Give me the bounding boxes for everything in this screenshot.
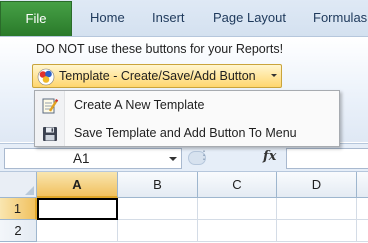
cell-a2[interactable] bbox=[37, 220, 118, 242]
tab-home[interactable]: Home bbox=[90, 0, 125, 36]
menu-item-label: Create A New Template bbox=[74, 98, 205, 112]
cell-a1[interactable] bbox=[37, 198, 118, 220]
column-header-d[interactable]: D bbox=[277, 172, 357, 198]
cell-c2[interactable] bbox=[198, 220, 277, 242]
menu-item-create-template[interactable]: Create A New Template bbox=[35, 92, 339, 119]
column-header-e[interactable] bbox=[357, 172, 368, 198]
notepad-pencil-icon bbox=[42, 98, 59, 114]
tab-insert[interactable]: Insert bbox=[152, 0, 185, 36]
column-header-b[interactable]: B bbox=[118, 172, 198, 198]
resize-dots-icon: ⋮ bbox=[198, 148, 211, 162]
select-all-button[interactable] bbox=[0, 172, 37, 198]
cell-b1[interactable] bbox=[118, 198, 198, 220]
menu-item-label: Save Template and Add Button To Menu bbox=[74, 126, 297, 140]
cell-e2[interactable] bbox=[357, 220, 368, 242]
cell-c1[interactable] bbox=[198, 198, 277, 220]
cell-e1[interactable] bbox=[357, 198, 368, 220]
formula-input[interactable] bbox=[286, 148, 368, 169]
name-box-value: A1 bbox=[73, 151, 90, 166]
chevron-down-icon[interactable] bbox=[169, 157, 177, 161]
floppy-disk-icon bbox=[43, 127, 57, 141]
tab-formulas[interactable]: Formulas bbox=[313, 0, 367, 36]
cell-d2[interactable] bbox=[277, 220, 357, 242]
formula-bar: A1 ⋮ fx bbox=[0, 143, 368, 172]
tab-file[interactable]: File bbox=[0, 1, 72, 36]
template-button-label: Template - Create/Save/Add Button bbox=[59, 69, 256, 83]
tab-page-layout[interactable]: Page Layout bbox=[213, 0, 286, 36]
chevron-down-icon bbox=[271, 74, 277, 77]
template-dropdown-button[interactable]: Template - Create/Save/Add Button bbox=[32, 64, 282, 88]
column-header-c[interactable]: C bbox=[198, 172, 277, 198]
cell-d1[interactable] bbox=[277, 198, 357, 220]
insert-function-icon[interactable]: fx bbox=[263, 149, 276, 164]
row-header-1[interactable]: 1 bbox=[0, 198, 37, 220]
template-menu: Create A New Template Save Template and … bbox=[34, 90, 340, 147]
menu-item-save-template[interactable]: Save Template and Add Button To Menu bbox=[35, 120, 339, 147]
row-header-2[interactable]: 2 bbox=[0, 220, 37, 242]
ribbon-notice: DO NOT use these buttons for your Report… bbox=[36, 42, 284, 56]
ribbon-tab-bar: File Home Insert Page Layout Formulas bbox=[0, 0, 368, 36]
column-header-a[interactable]: A bbox=[37, 172, 118, 198]
select-all-triangle-icon bbox=[25, 186, 34, 195]
cell-b2[interactable] bbox=[118, 220, 198, 242]
worksheet-grid: A B C D 1 2 bbox=[0, 172, 368, 243]
name-box[interactable]: A1 bbox=[4, 148, 182, 169]
palette-icon bbox=[37, 68, 55, 86]
